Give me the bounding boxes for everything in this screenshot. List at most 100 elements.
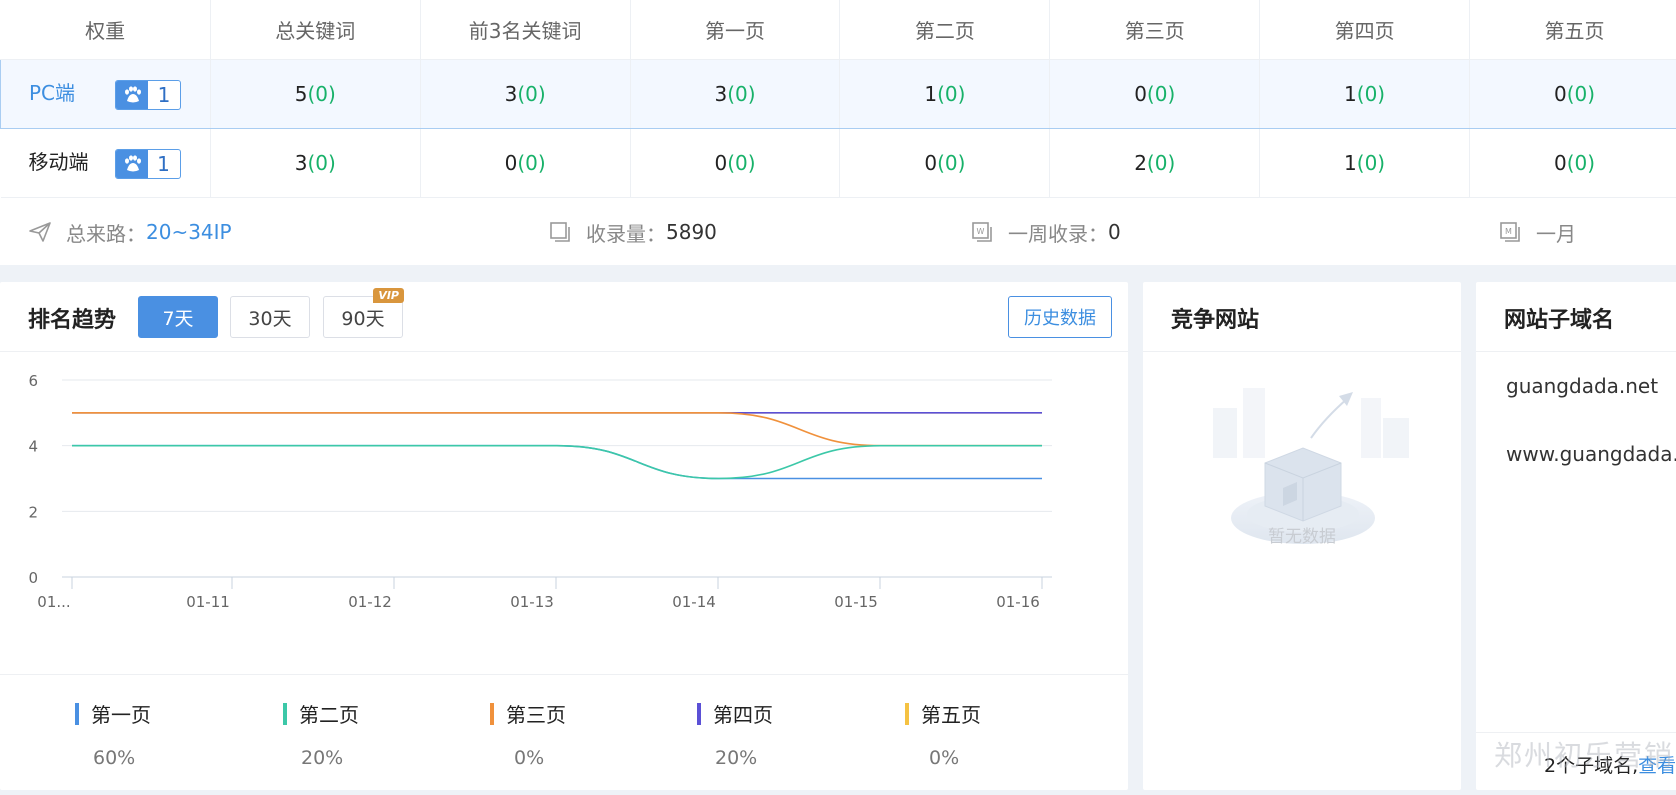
- column-header-top3-keywords: 前3名关键词: [420, 0, 631, 60]
- subdomain-item[interactable]: guangdada.net: [1506, 374, 1658, 398]
- rank-change: (0): [727, 150, 756, 175]
- month-index-label: 一月: [1536, 221, 1576, 246]
- x-tick-label: 01-14: [672, 593, 716, 611]
- platform-label[interactable]: PC端: [29, 77, 115, 106]
- rank-count-cell[interactable]: 0(0): [1469, 128, 1676, 198]
- rank-change: (0): [937, 81, 966, 106]
- month-index-stat: M 一月: [1498, 199, 1576, 265]
- rank-count: 0: [924, 150, 938, 175]
- legend-percent: 20%: [715, 747, 758, 769]
- platform-label[interactable]: 移动端: [29, 146, 115, 175]
- subdomain-header: 网站子域名: [1476, 282, 1676, 352]
- column-header-page-5: 第五页: [1469, 0, 1676, 60]
- legend-label: 第二页: [283, 699, 359, 728]
- legend-percent: 0%: [514, 747, 545, 769]
- y-tick-label: 4: [28, 438, 38, 456]
- legend-item[interactable]: 第三页 0%: [490, 675, 710, 791]
- range-30d-button[interactable]: 30天: [230, 296, 310, 338]
- send-icon: [29, 222, 51, 242]
- x-tick-label: 01-16: [996, 593, 1040, 611]
- table-row-mobile: 移动端 1 3(0) 0(0) 0(0) 0(0) 2(0) 1(0) 0(0): [0, 128, 1676, 198]
- legend-swatch: [905, 702, 909, 725]
- rank-count: 0: [714, 150, 728, 175]
- rank-count-cell[interactable]: 3(0): [420, 58, 631, 129]
- baidu-weight-badge[interactable]: 1: [115, 79, 181, 110]
- rank-count-cell[interactable]: 5(0): [210, 58, 421, 129]
- total-traffic-value[interactable]: 20~34IP: [146, 220, 232, 244]
- pages-icon: [550, 222, 570, 242]
- week-doc-icon: W: [972, 222, 992, 242]
- x-tick-label: 01...: [37, 593, 70, 611]
- legend-item[interactable]: 第五页 0%: [905, 675, 1125, 791]
- vip-badge: VIP: [373, 288, 404, 303]
- column-header-weight: 权重: [0, 0, 211, 60]
- total-traffic-label: 总来路：: [66, 221, 146, 246]
- rank-count-cell[interactable]: 0(0): [630, 128, 841, 198]
- rank-count: 1: [1344, 81, 1357, 106]
- rank-count: 3: [504, 81, 518, 106]
- legend-swatch: [490, 702, 494, 725]
- rank-count-cell[interactable]: 1(0): [1259, 58, 1471, 129]
- y-tick-label: 0: [28, 569, 38, 587]
- history-data-button[interactable]: 历史数据: [1008, 296, 1112, 338]
- rank-count-cell[interactable]: 1(0): [1259, 128, 1471, 198]
- legend-swatch: [75, 702, 79, 725]
- legend-percent: 0%: [929, 747, 960, 769]
- range-7d-button[interactable]: 7天: [138, 296, 218, 338]
- rank-count-cell[interactable]: 3(0): [210, 128, 421, 198]
- range-90d-button[interactable]: 90天 VIP: [323, 288, 404, 338]
- rank-count-cell[interactable]: 2(0): [1049, 128, 1261, 198]
- competitor-sites-header: 竞争网站: [1143, 282, 1461, 352]
- rank-change: (0): [727, 81, 756, 106]
- legend-item[interactable]: 第二页 20%: [283, 675, 503, 791]
- series-line-2[interactable]: [71, 444, 1042, 480]
- rank-count: 1: [924, 81, 938, 106]
- rank-count: 0: [1134, 81, 1147, 106]
- legend-label: 第四页: [697, 699, 773, 728]
- legend-item[interactable]: 第四页 20%: [697, 675, 917, 791]
- y-tick-label: 6: [28, 372, 38, 390]
- index-count-value: 5890: [666, 220, 717, 244]
- rank-count-cell[interactable]: 1(0): [839, 58, 1051, 129]
- rank-count: 2: [1134, 150, 1147, 175]
- rank-count: 5: [294, 81, 308, 106]
- rank-count-cell[interactable]: 0(0): [1049, 58, 1261, 129]
- legend-item[interactable]: 第一页 60%: [75, 675, 295, 791]
- platform-cell: 移动端 1: [0, 128, 211, 198]
- column-header-total-keywords: 总关键词: [210, 0, 421, 60]
- rank-change: (0): [1356, 81, 1386, 106]
- baidu-weight-badge[interactable]: 1: [114, 148, 181, 179]
- legend-label: 第一页: [75, 699, 151, 728]
- svg-text:M: M: [1505, 227, 1512, 236]
- legend-label: 第三页: [490, 699, 566, 728]
- rank-count: 3: [294, 150, 308, 175]
- subdomain-item[interactable]: www.guangdada.net: [1506, 442, 1676, 466]
- rank-change: (0): [307, 150, 336, 175]
- legend-label: 第五页: [905, 699, 981, 728]
- index-count-stat: 收录量： 5890: [548, 199, 717, 265]
- rank-count-cell[interactable]: 0(0): [1469, 58, 1676, 129]
- competitor-sites-title: 竞争网站: [1171, 308, 1260, 333]
- series-line-3[interactable]: [71, 412, 1042, 447]
- legend-name: 第二页: [299, 703, 359, 727]
- rank-trend-header: 排名趋势 7天 30天 90天 VIP 历史数据: [0, 282, 1128, 352]
- rank-count: 0: [1553, 81, 1567, 106]
- competitor-sites-card: 竞争网站 暂无数据: [1143, 282, 1461, 790]
- rank-count: 1: [1344, 150, 1357, 175]
- rank-count-cell[interactable]: 3(0): [630, 58, 841, 129]
- platform-cell: PC端 1: [0, 58, 211, 129]
- series-line-1[interactable]: [71, 444, 1042, 480]
- column-header-page-3: 第三页: [1049, 0, 1261, 60]
- rank-change: (0): [1146, 81, 1176, 106]
- rank-count-cell[interactable]: 0(0): [420, 128, 631, 198]
- rank-trend-chart: 0 2 4 6 01... 01-11 01-12 01-13 01-14 01-15 01-16: [0, 352, 1128, 674]
- rank-count: 0: [504, 150, 518, 175]
- column-header-page-2: 第二页: [839, 0, 1051, 60]
- column-header-page-1: 第一页: [630, 0, 841, 60]
- subdomain-card: 网站子域名 guangdada.net www.guangdada.net 2个…: [1476, 282, 1676, 790]
- rank-count-cell[interactable]: 0(0): [839, 128, 1051, 198]
- x-tick-label: 01-12: [348, 593, 392, 611]
- svg-text:W: W: [977, 227, 985, 236]
- legend-name: 第三页: [506, 703, 566, 727]
- empty-state-text: 暂无数据: [1268, 527, 1336, 547]
